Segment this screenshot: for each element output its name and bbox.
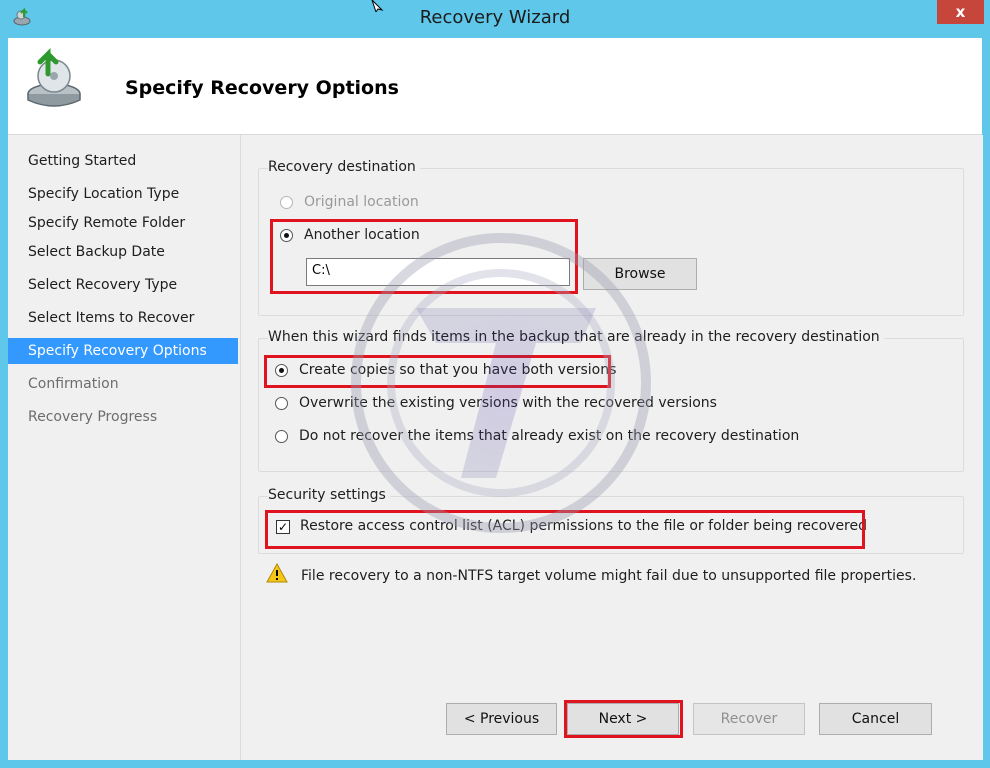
nav-step-select-backup-date[interactable]: Select Backup Date bbox=[20, 239, 238, 265]
window-title: Recovery Wizard bbox=[419, 7, 571, 28]
next-button-highlight bbox=[564, 700, 683, 738]
restore-acl-highlight bbox=[265, 510, 865, 549]
create-copies-highlight bbox=[264, 355, 611, 388]
nav-step-specify-recovery-options[interactable]: Specify Recovery Options bbox=[8, 338, 238, 364]
cancel-button[interactable]: Cancel bbox=[819, 703, 932, 735]
close-icon: x bbox=[955, 3, 966, 21]
nav-step-recovery-progress: Recovery Progress bbox=[28, 409, 158, 425]
warning-icon bbox=[266, 563, 288, 583]
mouse-cursor-icon bbox=[371, 0, 384, 12]
nav-step-specify-location-type[interactable]: Specify Location Type bbox=[20, 181, 238, 207]
nav-step-confirmation: Confirmation bbox=[28, 376, 119, 392]
overwrite-radio[interactable] bbox=[275, 397, 288, 410]
conflict-options-label: When this wizard finds items in the back… bbox=[268, 329, 884, 345]
page-title: Specify Recovery Options bbox=[125, 77, 399, 99]
previous-button[interactable]: < Previous bbox=[446, 703, 557, 735]
original-location-radio bbox=[280, 196, 293, 209]
security-settings-label: Security settings bbox=[268, 487, 390, 503]
recovery-destination-label: Recovery destination bbox=[268, 159, 420, 175]
do-not-recover-radio[interactable] bbox=[275, 430, 288, 443]
nav-step-select-items-to-recover[interactable]: Select Items to Recover bbox=[20, 305, 238, 331]
backup-recovery-icon bbox=[27, 47, 81, 107]
nav-step-specify-remote-folder[interactable]: Specify Remote Folder bbox=[20, 210, 238, 236]
another-location-highlight bbox=[270, 219, 578, 294]
recover-button: Recover bbox=[693, 703, 805, 735]
original-location-label: Original location bbox=[304, 194, 419, 210]
browse-button[interactable]: Browse bbox=[583, 258, 697, 290]
non-ntfs-warning-text: File recovery to a non-NTFS target volum… bbox=[301, 568, 917, 584]
close-button[interactable]: x bbox=[937, 0, 984, 24]
nav-step-select-recovery-type[interactable]: Select Recovery Type bbox=[20, 272, 238, 298]
nav-step-getting-started[interactable]: Getting Started bbox=[20, 148, 238, 174]
overwrite-label[interactable]: Overwrite the existing versions with the… bbox=[299, 395, 717, 411]
do-not-recover-label[interactable]: Do not recover the items that already ex… bbox=[299, 428, 799, 444]
